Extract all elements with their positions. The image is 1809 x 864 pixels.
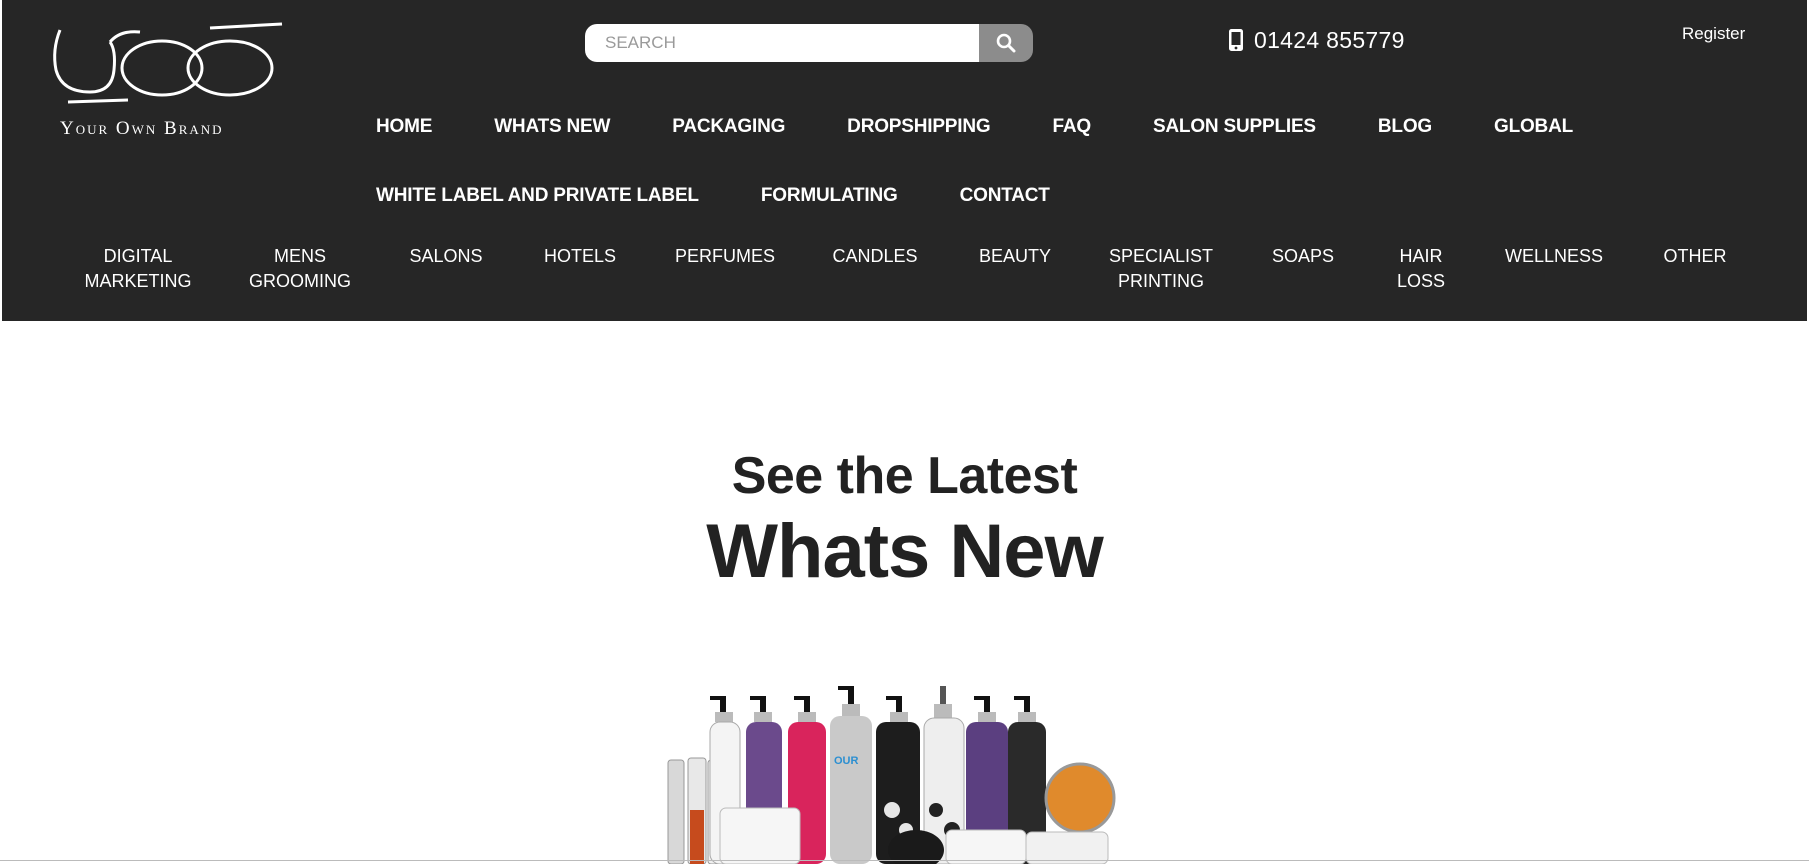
- category-label: HOTELS: [543, 246, 617, 266]
- category-label: PRINTING: [1117, 271, 1205, 291]
- register-link[interactable]: Register: [1682, 24, 1745, 44]
- nav-salon-supplies[interactable]: SALON SUPPLIES: [1153, 116, 1316, 138]
- nav-dropshipping[interactable]: DROPSHIPPING: [847, 116, 990, 138]
- category-label: MARKETING: [84, 271, 192, 291]
- category-hotels[interactable]: HOTELS: [544, 244, 616, 269]
- svg-text:Your Own Brand: Your Own Brand: [60, 118, 224, 139]
- mobile-phone-icon: [1229, 29, 1243, 51]
- phone-contact[interactable]: 01424 855779: [1228, 22, 1405, 58]
- nav-contact[interactable]: CONTACT: [960, 185, 1050, 207]
- nav-packaging[interactable]: PACKAGING: [672, 116, 785, 138]
- nav-blog[interactable]: BLOG: [1378, 116, 1432, 138]
- nav-white-label[interactable]: WHITE LABEL AND PRIVATE LABEL: [376, 185, 699, 207]
- yob-logo-icon: Your Own Brand: [53, 22, 283, 139]
- category-beauty[interactable]: BEAUTY: [979, 244, 1051, 269]
- hero-subtitle: See the Latest: [731, 447, 1078, 505]
- category-specialist-printing[interactable]: SPECIALIST PRINTING: [1109, 244, 1213, 294]
- category-label: LOSS: [1396, 271, 1446, 291]
- main-navigation: HOME WHATS NEW PACKAGING DROPSHIPPING FA…: [376, 104, 1576, 219]
- category-label: WELLNESS: [1504, 246, 1604, 266]
- nav-global[interactable]: GLOBAL: [1494, 116, 1573, 138]
- search-bar: [585, 24, 1033, 62]
- page-divider: [0, 860, 1809, 861]
- category-soaps[interactable]: SOAPS: [1272, 244, 1334, 269]
- category-label: DIGITAL: [103, 246, 173, 266]
- category-label: OTHER: [1663, 246, 1727, 266]
- hero-title: Whats New: [706, 509, 1103, 594]
- category-mens-grooming[interactable]: MENS GROOMING: [249, 244, 351, 294]
- category-label: SALONS: [409, 246, 483, 266]
- category-label: CANDLES: [832, 246, 918, 266]
- site-header: Your Own Brand 01424 855779 Register HOM…: [2, 0, 1807, 321]
- category-digital-marketing[interactable]: DIGITAL MARKETING: [84, 244, 191, 294]
- category-candles[interactable]: CANDLES: [832, 244, 917, 269]
- main-nav-row-1: HOME WHATS NEW PACKAGING DROPSHIPPING FA…: [376, 104, 1576, 150]
- search-button[interactable]: [979, 24, 1033, 62]
- search-input[interactable]: [585, 24, 979, 62]
- nav-formulating[interactable]: FORMULATING: [761, 185, 898, 207]
- category-other[interactable]: OTHER: [1664, 244, 1727, 269]
- nav-faq[interactable]: FAQ: [1052, 116, 1091, 138]
- category-label: GROOMING: [249, 271, 351, 291]
- category-label: SOAPS: [1271, 246, 1335, 266]
- svg-text:OUR: OUR: [834, 755, 859, 767]
- category-hair-loss[interactable]: HAIR LOSS: [1397, 244, 1445, 294]
- phone-number: 01424 855779: [1254, 26, 1405, 53]
- category-label: MENS: [273, 246, 326, 266]
- category-label: BEAUTY: [978, 246, 1052, 266]
- category-salons[interactable]: SALONS: [409, 244, 482, 269]
- search-icon: [996, 33, 1016, 53]
- product-bottles-image: OUR: [667, 686, 1116, 864]
- category-label: HAIR: [1399, 246, 1443, 266]
- category-perfumes[interactable]: PERFUMES: [675, 244, 775, 269]
- category-label: SPECIALIST: [1108, 246, 1214, 266]
- brand-logo[interactable]: Your Own Brand: [50, 20, 284, 144]
- main-nav-row-2: WHITE LABEL AND PRIVATE LABEL FORMULATIN…: [376, 173, 1576, 219]
- category-navigation: DIGITAL MARKETING MENS GROOMING SALONS HOT…: [64, 244, 1764, 304]
- product-range-image[interactable]: OUR: [660, 680, 1150, 864]
- category-label: PERFUMES: [674, 246, 776, 266]
- category-wellness[interactable]: WELLNESS: [1505, 244, 1603, 269]
- nav-whats-new[interactable]: WHATS NEW: [494, 116, 610, 138]
- nav-home[interactable]: HOME: [376, 116, 432, 138]
